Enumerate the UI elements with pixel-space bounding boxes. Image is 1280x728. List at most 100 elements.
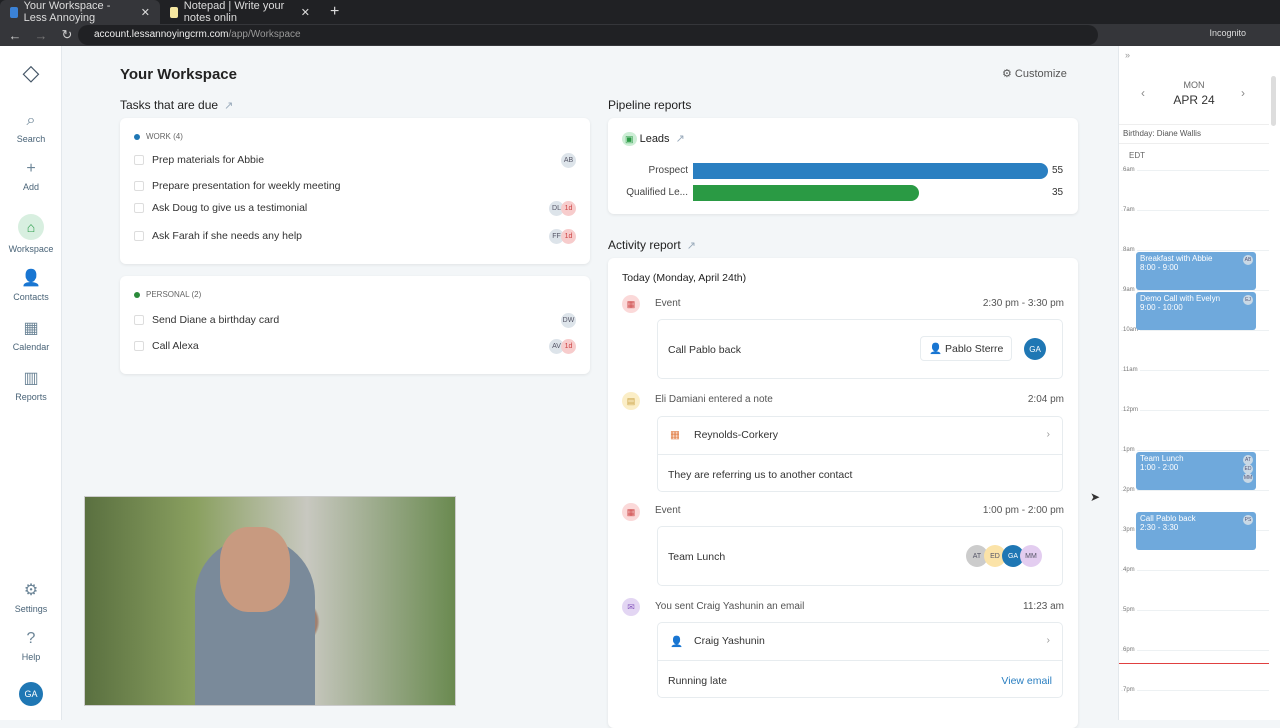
sidebar-item-reports[interactable]: ▥ Reports [0,368,62,402]
contact-row[interactable]: 👤 Craig Yashunin › [658,623,1062,661]
hour-row[interactable]: 10am [1121,327,1269,333]
company-name: Reynolds-Corkery [694,429,779,441]
task-checkbox[interactable] [134,155,144,165]
search-icon: ⌕ [26,112,36,129]
hour-row[interactable]: 7am [1121,207,1269,213]
event-title: Call Pablo back [1140,514,1196,523]
task-item[interactable]: Call Alexa AV 1d [134,338,576,354]
pipeline-bar-qualified[interactable] [693,185,919,201]
address-bar: ← → ↻ account.lessannoyingcrm.com/app/Work… [0,24,1280,46]
view-email-link[interactable]: View email [1001,675,1052,687]
forward-icon[interactable]: → [30,28,52,43]
close-icon[interactable]: ✕ [301,6,310,19]
email-card[interactable]: 👤 Craig Yashunin › Running late View email [657,622,1063,698]
timezone-label: EDT [1129,151,1145,160]
user-avatar[interactable]: GA [0,682,62,710]
task-item[interactable]: Send Diane a birthday card DW [134,312,576,328]
browser-tab[interactable]: Your Workspace - Less Annoying ✕ [0,0,160,24]
customize-button[interactable]: ⚙ Customize [1002,67,1067,80]
task-item[interactable]: Prepare presentation for weekly meeting [134,178,576,194]
current-time-line [1119,663,1269,665]
event-title: Team Lunch [1140,454,1184,463]
event-title: Demo Call with Evelyn [1140,294,1221,303]
contact-name: Craig Yashunin [694,635,765,647]
close-icon[interactable]: ✕ [141,6,150,19]
hour-label: 9am [1123,287,1137,293]
sidebar-item-settings[interactable]: ⚙ Settings [0,580,62,614]
hour-row[interactable]: 5pm [1121,607,1269,613]
collapse-icon[interactable]: » [1125,50,1130,60]
browser-tab[interactable]: Notepad | Write your notes onlin ✕ [160,0,320,24]
event-card[interactable]: Team Lunch AT ED GA MM [657,526,1063,586]
hour-row[interactable]: 11am [1121,367,1269,373]
hour-row[interactable]: 7pm [1121,687,1269,693]
help-icon: ? [26,630,36,647]
hour-row[interactable]: 6pm [1121,647,1269,653]
scrollbar[interactable] [1271,76,1276,126]
activity-time: 2:30 pm - 3:30 pm [982,298,1064,309]
url-host: account.lessannoyingcrm.com [94,29,229,40]
calendar-event[interactable]: Call Pablo back 2:30 - 3:30 PS [1136,512,1256,550]
next-day-icon[interactable]: › [1241,86,1245,100]
event-title: Team Lunch [668,551,726,563]
activity-type: You sent Craig Yashunin an email [655,601,805,612]
pipeline-bar-prospect[interactable] [693,163,1048,179]
sidebar-item-calendar[interactable]: ▦ Calendar [0,318,62,352]
sidebar-item-search[interactable]: ⌕ Search [0,112,62,144]
home-icon: ⌂ [18,214,44,240]
company-row[interactable]: ▦ Reynolds-Corkery › [658,417,1062,455]
leads-report-title[interactable]: ▣ Leads ↗ [622,132,685,146]
event-time: 2:30 - 3:30 [1140,523,1179,532]
external-link-icon[interactable]: ↗ [676,133,685,145]
task-checkbox[interactable] [134,341,144,351]
event-card[interactable]: Call Pablo back 👤 Pablo Sterre GA [657,319,1063,379]
task-group-header: WORK (4) [134,132,183,141]
task-item[interactable]: Ask Doug to give us a testimonial DL 1d [134,200,576,216]
attendee-avatars: AT ED GA MM [966,545,1042,567]
task-checkbox[interactable] [134,181,144,191]
note-card[interactable]: ▦ Reynolds-Corkery › They are referring us… [657,416,1063,492]
overdue-badge: 1d [561,338,576,354]
hour-row[interactable]: 2pm [1121,487,1269,493]
back-icon[interactable]: ← [4,28,26,43]
reload-icon[interactable]: ↻ [56,27,78,43]
task-item[interactable]: Ask Farah if she needs any help FF 1d [134,228,576,244]
hour-row[interactable]: 1pm [1121,447,1269,453]
task-checkbox[interactable] [134,203,144,213]
url-field[interactable]: account.lessannoyingcrm.com/app/Workspac… [78,25,1098,45]
calendar-event[interactable]: Demo Call with Evelyn 9:00 - 10:00 EJ [1136,292,1256,330]
contact-chip[interactable]: 👤 Pablo Sterre [920,336,1013,361]
bar-value: 55 [1052,165,1064,176]
new-tab-button[interactable]: + [320,3,349,21]
hour-row[interactable]: 12pm [1121,407,1269,413]
avatar: MM [1020,545,1042,567]
sidebar-item-add[interactable]: + Add [0,160,62,192]
birthday-banner[interactable]: Birthday: Diane Wallis [1119,124,1269,144]
email-snippet: Running late [668,675,727,687]
building-icon: ▦ [670,429,680,441]
sidebar-item-help[interactable]: ? Help [0,630,62,662]
hour-row[interactable]: 4pm [1121,567,1269,573]
avatar: DW [561,312,576,328]
external-link-icon[interactable]: ↗ [687,240,696,252]
task-text: Prep materials for Abbie [152,154,265,166]
hour-row[interactable]: 8am [1121,247,1269,253]
pipeline-heading: Pipeline reports [608,98,692,112]
hour-row[interactable]: 9am [1121,287,1269,293]
calendar-icon: ▦ [622,295,640,313]
task-item[interactable]: Prep materials for Abbie AB [134,152,576,168]
avatar: AB [561,152,576,168]
external-link-icon[interactable]: ↗ [224,100,233,112]
avatar: EJ [1243,295,1253,305]
logo[interactable]: ◇ [0,60,62,90]
sidebar-item-contacts[interactable]: 👤 Contacts [0,268,62,302]
activity-time: 1:00 pm - 2:00 pm [982,505,1064,516]
task-checkbox[interactable] [134,231,144,241]
task-checkbox[interactable] [134,315,144,325]
sidebar-item-workspace[interactable]: ⌂ Workspace [0,214,62,254]
hour-row[interactable]: 6am [1121,167,1269,173]
calendar-event[interactable]: Breakfast with Abbie 8:00 - 9:00 AB [1136,252,1256,290]
hour-label: 5pm [1123,607,1137,613]
calendar-event[interactable]: Team Lunch 1:00 - 2:00 AT ED MM [1136,452,1256,490]
avatar: MM [1243,473,1253,483]
